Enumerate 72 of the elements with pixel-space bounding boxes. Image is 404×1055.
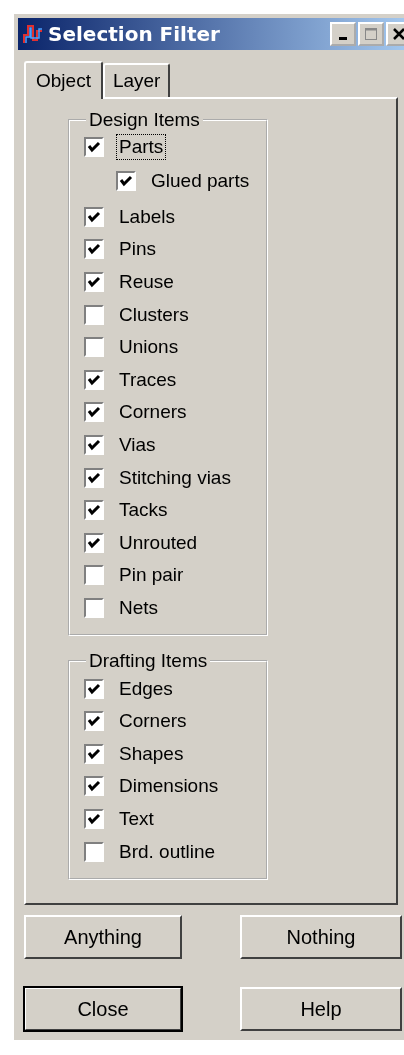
checkbox[interactable] bbox=[84, 841, 104, 862]
check-icon bbox=[87, 242, 101, 257]
checkbox[interactable] bbox=[84, 137, 104, 158]
minimize-icon bbox=[339, 37, 347, 40]
group-title: Drafting Items bbox=[88, 650, 209, 673]
tab[interactable]: Object bbox=[24, 61, 103, 99]
check-icon bbox=[87, 140, 101, 155]
group-title: Design Items bbox=[88, 109, 201, 131]
window-title: Selection Filter bbox=[48, 22, 221, 46]
close-icon bbox=[392, 27, 404, 41]
checkbox-label[interactable]: Pin pair bbox=[116, 562, 187, 589]
check-icon bbox=[87, 681, 101, 696]
checkbox-label[interactable]: Labels bbox=[116, 203, 178, 230]
checkbox[interactable] bbox=[84, 304, 104, 325]
checkbox[interactable] bbox=[84, 239, 104, 260]
checkbox-label[interactable]: Glued parts bbox=[148, 168, 253, 195]
checkbox-label[interactable]: Brd. outline bbox=[116, 838, 219, 865]
checkbox-label[interactable]: Traces bbox=[116, 366, 180, 393]
app-icon bbox=[22, 23, 44, 45]
checkbox-label[interactable]: Edges bbox=[116, 675, 176, 702]
check-icon bbox=[87, 812, 101, 826]
checkbox[interactable] bbox=[84, 598, 104, 618]
checkbox[interactable] bbox=[84, 743, 104, 764]
checkbox[interactable] bbox=[84, 337, 104, 358]
checkbox-label[interactable]: Vias bbox=[116, 432, 159, 459]
checkbox[interactable] bbox=[84, 678, 104, 699]
maximize-icon bbox=[364, 27, 378, 41]
minimize-button[interactable] bbox=[330, 22, 356, 46]
push-button[interactable]: Close bbox=[24, 987, 182, 1031]
checkbox[interactable] bbox=[84, 565, 104, 586]
check-icon bbox=[87, 746, 101, 761]
check-icon bbox=[87, 779, 101, 794]
checkbox-label[interactable]: Dimensions bbox=[116, 773, 222, 800]
checkbox[interactable] bbox=[84, 402, 104, 423]
push-button[interactable]: Help bbox=[240, 987, 402, 1031]
checkbox-label[interactable]: Reuse bbox=[116, 269, 177, 296]
push-button[interactable]: Nothing bbox=[240, 915, 402, 959]
checkbox-label[interactable]: Unions bbox=[116, 334, 182, 361]
checkbox-label[interactable]: Unrouted bbox=[116, 529, 201, 556]
checkbox[interactable] bbox=[84, 500, 104, 521]
checkbox[interactable] bbox=[84, 532, 104, 553]
checkbox[interactable] bbox=[84, 369, 104, 390]
check-icon bbox=[87, 503, 101, 518]
checkbox[interactable] bbox=[84, 435, 104, 456]
checkbox-label[interactable]: Parts bbox=[116, 134, 167, 161]
push-button[interactable]: Anything bbox=[24, 915, 182, 959]
check-icon bbox=[87, 405, 101, 420]
checkbox-label[interactable]: Nets bbox=[116, 595, 162, 621]
checkbox-label[interactable]: Text bbox=[116, 806, 157, 832]
checkbox-label[interactable]: Tacks bbox=[116, 497, 171, 524]
checkbox-label[interactable]: Corners bbox=[116, 708, 190, 735]
check-icon bbox=[87, 470, 101, 485]
check-icon bbox=[87, 372, 101, 387]
check-icon bbox=[87, 275, 101, 290]
check-icon bbox=[87, 714, 101, 729]
check-icon bbox=[87, 438, 101, 453]
checkbox-label[interactable]: Stitching vias bbox=[116, 464, 234, 491]
checkbox[interactable] bbox=[84, 272, 104, 293]
tab[interactable]: Layer bbox=[102, 63, 171, 97]
checkbox[interactable] bbox=[84, 467, 104, 488]
checkbox-label[interactable]: Pins bbox=[116, 236, 159, 263]
checkbox[interactable] bbox=[84, 776, 104, 797]
checkbox[interactable] bbox=[116, 171, 136, 192]
check-icon bbox=[87, 209, 101, 224]
check-icon bbox=[87, 535, 101, 550]
checkbox-label[interactable]: Shapes bbox=[116, 740, 187, 767]
checkbox-label[interactable]: Corners bbox=[116, 399, 190, 426]
checkbox[interactable] bbox=[84, 206, 104, 227]
checkbox[interactable] bbox=[84, 809, 104, 829]
checkbox-label[interactable]: Clusters bbox=[116, 301, 192, 328]
check-icon bbox=[119, 174, 133, 189]
checkbox[interactable] bbox=[84, 711, 104, 732]
